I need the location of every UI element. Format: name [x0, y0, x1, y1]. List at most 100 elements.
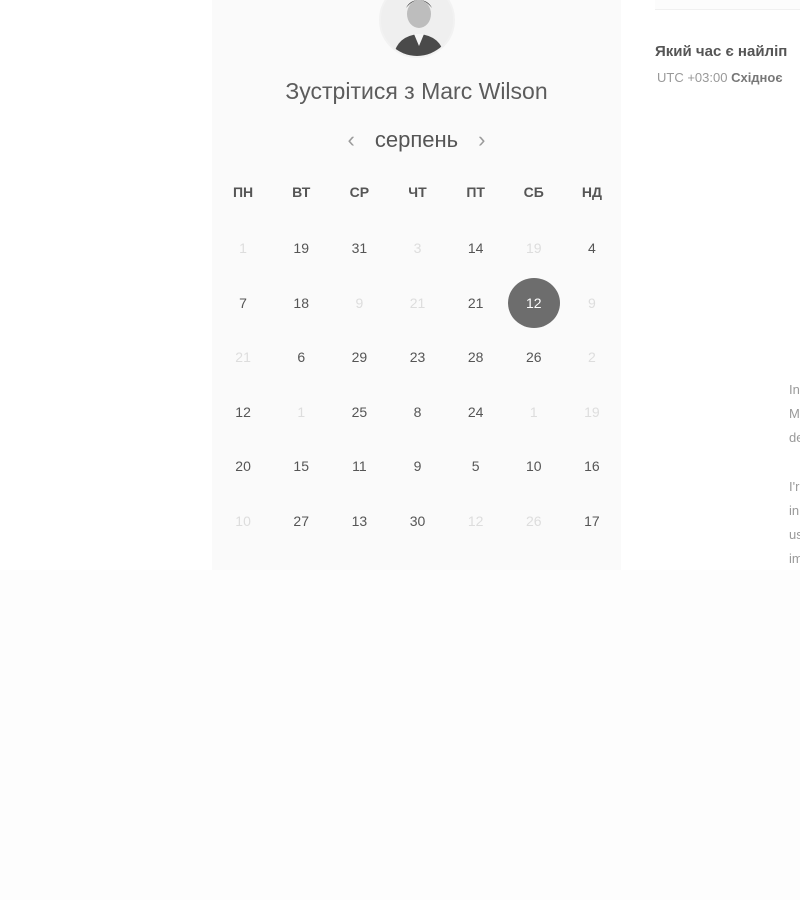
calendar-day[interactable]: 9: [388, 439, 446, 494]
month-label: серпень: [374, 127, 459, 152]
calendar-day-label: 26: [525, 512, 542, 529]
calendar-day[interactable]: 26: [505, 330, 563, 385]
timezone-name: Східноє: [731, 70, 783, 85]
weekday-wed: СР: [349, 184, 370, 200]
calendar-day[interactable]: 21: [447, 276, 505, 331]
calendar-day-label: 8: [413, 403, 422, 420]
calendar-day[interactable]: 8: [388, 385, 446, 440]
calendar-day: 19: [505, 221, 563, 276]
calendar-day-label: 1: [529, 403, 538, 420]
weekday-thu: ЧТ: [408, 184, 427, 200]
description-line: im: [789, 551, 800, 566]
calendar-day-label: 9: [355, 294, 364, 311]
calendar-day-label: 21: [235, 349, 251, 366]
weekday-fri: ПТ: [466, 184, 485, 200]
calendar-day: 21: [388, 276, 446, 331]
calendar-day-label: 19: [584, 403, 600, 420]
calendar-day[interactable]: 5: [447, 439, 505, 494]
weekday-mon: ПН: [232, 184, 254, 200]
description-line: de: [789, 430, 800, 445]
calendar-day-label: 28: [467, 349, 484, 366]
calendar-day: 1: [272, 385, 330, 440]
calendar-day-label: 30: [409, 512, 426, 529]
calendar-day-label: 5: [471, 458, 480, 475]
calendar-day[interactable]: 11: [330, 439, 388, 494]
calendar-day: 9: [563, 276, 621, 331]
calendar-day-label: 12: [467, 512, 484, 529]
chevron-left-icon[interactable]: ‹: [348, 129, 355, 151]
weekday-sun: НД: [581, 184, 602, 200]
calendar-day-label: 2: [588, 349, 596, 366]
weekday-sat: СБ: [523, 184, 544, 200]
calendar-day-label: 1: [239, 240, 247, 257]
calendar-day[interactable]: 18: [272, 276, 330, 331]
calendar-day-label: 31: [351, 240, 368, 257]
calendar-day[interactable]: 29: [330, 330, 388, 385]
calendar-day-label: 6: [297, 349, 306, 366]
description-line: in: [789, 503, 800, 518]
calendar-day-label: 10: [525, 458, 542, 475]
host-name: Marc Wilson: [421, 78, 548, 104]
calendar-day-label: 21: [467, 294, 484, 311]
meeting-title: Зустрітися з Marc Wilson: [212, 78, 621, 105]
calendar-day[interactable]: 31: [330, 221, 388, 276]
calendar-day-label: 1: [297, 403, 306, 420]
calendar-day[interactable]: 6: [272, 330, 330, 385]
calendar-day-label: 12: [507, 277, 560, 328]
month-navigation: ‹ серпень ›: [212, 124, 621, 156]
calendar-day-selected[interactable]: 12: [505, 276, 563, 331]
calendar-day-label: 4: [588, 240, 596, 257]
description-line: M: [789, 406, 800, 421]
calendar-day: 1: [505, 385, 563, 440]
calendar-day[interactable]: 15: [272, 439, 330, 494]
calendar-day-label: 19: [293, 240, 309, 257]
calendar-day-label: 11: [352, 458, 367, 475]
calendar-day: 26: [505, 494, 563, 549]
description-line: In: [789, 382, 800, 397]
calendar-day[interactable]: 24: [447, 385, 505, 440]
calendar-day[interactable]: 30: [388, 494, 446, 549]
calendar-day-label: 29: [351, 349, 368, 366]
calendar-day-label: 21: [409, 294, 426, 311]
calendar-day[interactable]: 25: [330, 385, 388, 440]
description-line: us: [789, 527, 800, 542]
calendar-day[interactable]: 23: [388, 330, 446, 385]
timezone-offset: UTC +03:00: [657, 70, 728, 85]
calendar-day[interactable]: 19: [272, 221, 330, 276]
calendar-day[interactable]: 20: [214, 439, 272, 494]
calendar-day-label: 26: [525, 349, 542, 366]
lower-area: [0, 570, 800, 900]
calendar-day-label: 12: [235, 403, 251, 420]
calendar-day-label: 19: [525, 240, 542, 257]
calendar-day[interactable]: 16: [563, 439, 621, 494]
calendar-day-label: 17: [584, 512, 600, 529]
top-bar: [655, 0, 800, 10]
calendar-day-label: 27: [293, 512, 309, 529]
calendar-day-label: 18: [293, 294, 309, 311]
calendar-day: 3: [388, 221, 446, 276]
calendar-day-label: 3: [413, 240, 422, 257]
calendar-day[interactable]: 12: [214, 385, 272, 440]
calendar-day-label: 9: [588, 294, 596, 311]
weekday-tue: ВТ: [292, 184, 311, 200]
best-time-question: Який час є найліп: [655, 43, 788, 60]
chevron-right-icon[interactable]: ›: [478, 129, 485, 151]
calendar-day: 21: [214, 330, 272, 385]
calendar-day[interactable]: 4: [563, 221, 621, 276]
calendar-day-label: 7: [239, 294, 247, 311]
calendar-day: 1: [214, 221, 272, 276]
calendar-day-label: 9: [413, 458, 422, 475]
title-prefix: Зустрітися з: [285, 78, 415, 104]
weekday-header: ПН ВТ СР ЧТ ПТ СБ НД: [214, 184, 621, 200]
calendar-day: 2: [563, 330, 621, 385]
calendar-day-label: 23: [409, 349, 426, 366]
calendar-day-label: 20: [235, 458, 251, 475]
calendar-day[interactable]: 17: [563, 494, 621, 549]
calendar-day[interactable]: 10: [505, 439, 563, 494]
calendar-day[interactable]: 28: [447, 330, 505, 385]
calendar-day[interactable]: 7: [214, 276, 272, 331]
calendar-day[interactable]: 27: [272, 494, 330, 549]
timezone-selector[interactable]: UTC +03:00 Східноє: [657, 70, 783, 85]
calendar-day[interactable]: 14: [447, 221, 505, 276]
calendar-day[interactable]: 13: [330, 494, 388, 549]
